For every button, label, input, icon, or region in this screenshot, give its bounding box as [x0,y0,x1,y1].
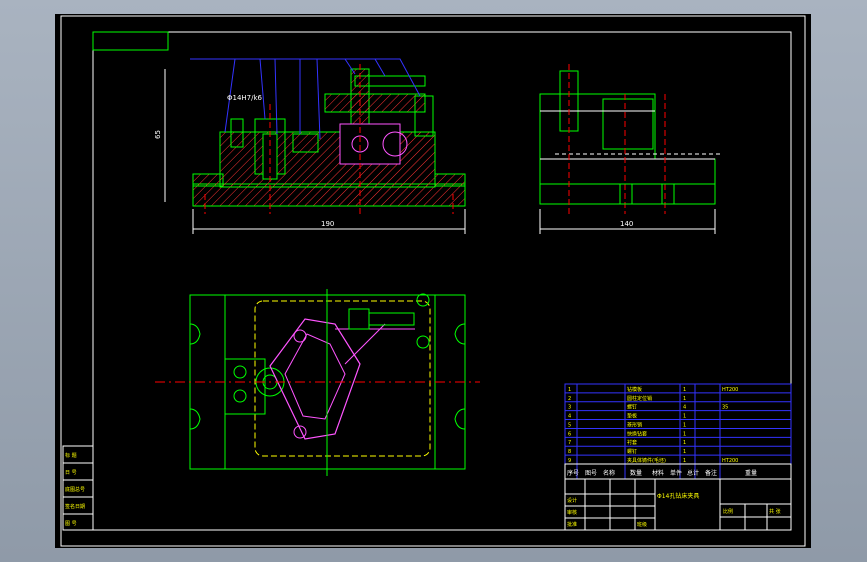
bom-cell-qty: 1 [683,431,686,437]
school-label: 班级 [637,521,647,528]
bom-cell-name: 钻模板 [627,386,642,393]
bom-cell-no: 1 [568,387,571,393]
bom-cell-no: 8 [568,449,571,455]
bom-cell-no: 2 [568,396,571,402]
projection-box [92,31,169,51]
bom-cell-mat: HT200 [722,458,738,464]
bom-header-cell: 材料 [652,469,664,477]
bom-cell-name: 快换钻套 [627,430,647,437]
height-dimension: 65 [154,130,162,139]
bom-cell-name: 垫板 [627,413,637,420]
bom-cell-name: 菱形销 [627,421,642,428]
bom-cell-no: 3 [568,405,571,411]
upper-block [219,131,436,188]
bom-header-cell: 图号 [585,470,597,477]
bom-header-cell: 序号 [567,469,579,477]
left-strip-item: 日 号 [65,470,77,476]
fit-callout: Φ14H7/k6 [227,94,263,102]
bom-cell-no: 4 [568,414,571,420]
sheet-label: 共 张 [769,508,781,515]
fixture-part [339,123,401,165]
bom-cell-name: 螺钉 [627,404,637,411]
bom-cell-no: 5 [568,422,571,428]
left-strip-item: 签名日期 [65,503,85,510]
bom-cell-qty: 1 [683,440,686,446]
top-view [155,289,480,476]
bom-cell-no: 6 [568,431,571,437]
bom-cell-qty: 1 [683,414,686,420]
side-width-dimension: 140 [620,220,633,228]
bom-table: 1 钻模板 1 HT200 2 圆柱定位销 1 3 螺钉 4 35 4 垫板 1 5 菱形销 1 6 快换钻套 1 7 衬… [564,383,792,480]
cad-viewport[interactable]: 65 190 Φ14H7/k6 140 标 题 日 号 底图总号 签名日期 图 … [55,14,811,548]
bom-header-cell: 总计 [687,469,699,477]
left-strip-item: 底图总号 [65,486,85,493]
side-view: 140 [539,64,720,234]
title-block: Φ14孔钻床夹具 设计 审核 批准 班级 比例 共 张 [564,478,792,531]
bom-header-cell: 数量 [630,469,642,477]
bom-cell-mat: HT200 [722,387,738,393]
bom-cell-qty: 1 [683,449,686,455]
base-left-flange [192,173,224,187]
designer-label: 设计 [567,497,577,504]
bom-cell-qty: 1 [683,422,686,428]
bom-header-cell: 单件 [670,469,682,477]
drawing-canvas: 65 190 Φ14H7/k6 140 标 题 日 号 底图总号 签名日期 图 … [60,15,806,547]
bom-cell-qty: 1 [683,396,686,402]
left-strip-item: 标 题 [65,452,77,459]
bom-header-cell: 重量 [745,469,757,477]
left-strip: 标 题 日 号 底图总号 签名日期 图 号 [62,445,94,531]
scale-label: 比例 [723,508,733,515]
bom-cell-name: 衬套 [627,439,637,446]
checker-label: 审核 [567,509,577,516]
bom-cell-name: 圆柱定位销 [627,395,652,402]
bom-cell-qty: 4 [683,405,686,411]
approver-label: 批准 [567,521,577,528]
width-dimension: 190 [321,220,334,228]
drawing-title: Φ14孔钻床夹具 [657,492,699,500]
base-right-flange [434,173,466,187]
front-view: 65 190 Φ14H7/k6 [154,58,466,234]
bom-cell-name: 夹具体铸件(毛坯) [627,457,666,464]
bom-header-cell: 备注 [705,469,717,477]
bom-cell-qty: 1 [683,387,686,393]
left-strip-item: 图 号 [65,521,77,527]
bom-header-cell: 名称 [603,469,615,477]
bom-cell-qty: 1 [683,458,686,464]
bom-cell-no: 9 [568,458,571,464]
bom-cell-no: 7 [568,440,571,446]
drill-plate [324,93,426,113]
bom-cell-mat: 35 [722,405,728,411]
bom-cell-name: 螺钉 [627,448,637,455]
